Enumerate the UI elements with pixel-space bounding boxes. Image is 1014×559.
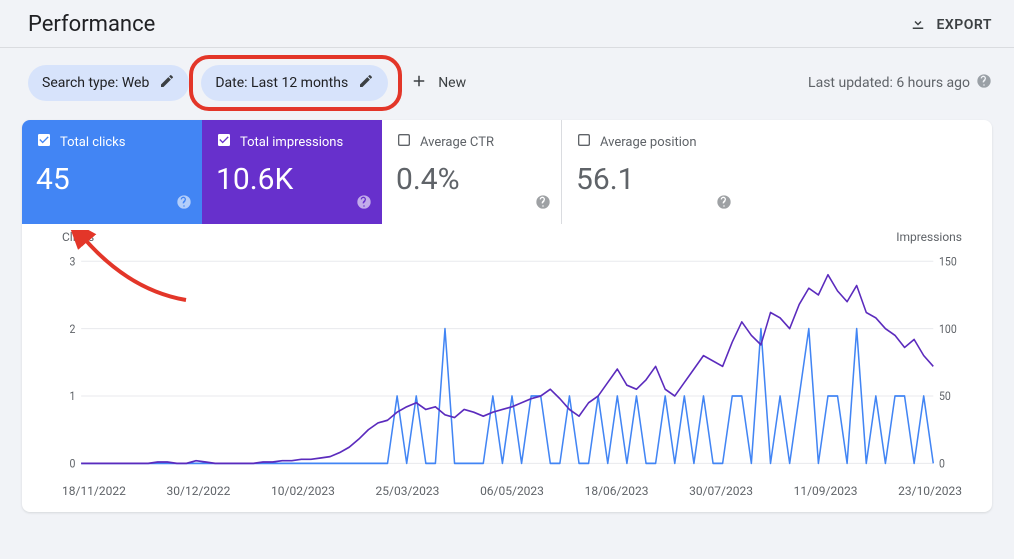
filter-date-label: Date: Last 12 months <box>215 75 348 91</box>
metric-total-clicks[interactable]: Total clicks 45 <box>22 120 202 224</box>
add-filter-label: New <box>438 75 466 91</box>
checkbox-checked-icon <box>216 132 232 152</box>
metric-total-impressions[interactable]: Total impressions 10.6K <box>202 120 382 224</box>
filter-search-type-label: Search type: Web <box>42 75 149 91</box>
metric-value: 56.1 <box>576 162 728 197</box>
filter-search-type[interactable]: Search type: Web <box>28 65 189 101</box>
help-icon[interactable] <box>976 73 992 93</box>
metric-label: Average CTR <box>420 135 494 150</box>
svg-text:50: 50 <box>939 390 951 404</box>
svg-text:0: 0 <box>939 457 945 471</box>
metric-label: Total clicks <box>60 135 125 150</box>
checkbox-unchecked-icon <box>396 132 412 152</box>
svg-text:1: 1 <box>69 390 75 404</box>
metric-value: 0.4% <box>396 162 547 197</box>
performance-card: Total clicks 45 Total impressions 10.6K <box>22 120 992 512</box>
help-icon[interactable] <box>716 194 732 214</box>
last-updated: Last updated: 6 hours ago <box>808 73 992 93</box>
svg-text:0: 0 <box>69 457 75 471</box>
metric-average-ctr[interactable]: Average CTR 0.4% <box>382 120 562 224</box>
plus-icon <box>410 72 428 94</box>
checkbox-checked-icon <box>36 132 52 152</box>
page-title: Performance <box>28 12 155 37</box>
metric-label: Total impressions <box>240 135 343 150</box>
checkbox-unchecked-icon <box>576 132 592 152</box>
x-axis-ticks: 18/11/202230/12/202210/02/202325/03/2023… <box>22 484 992 512</box>
pencil-icon <box>358 73 374 93</box>
svg-text:150: 150 <box>939 255 957 269</box>
metric-value: 10.6K <box>216 162 368 197</box>
last-updated-label: Last updated: 6 hours ago <box>808 75 970 91</box>
export-label: EXPORT <box>937 17 992 33</box>
help-icon[interactable] <box>176 194 192 214</box>
y-axis-right-label: Impressions <box>896 230 962 244</box>
pencil-icon <box>159 73 175 93</box>
metric-average-position[interactable]: Average position 56.1 <box>562 120 742 224</box>
help-icon[interactable] <box>356 194 372 214</box>
download-icon <box>909 14 927 36</box>
metric-label: Average position <box>600 135 697 150</box>
help-icon[interactable] <box>535 194 551 214</box>
add-filter-button[interactable]: New <box>406 64 470 102</box>
export-button[interactable]: EXPORT <box>909 14 992 36</box>
metric-value: 45 <box>36 162 188 197</box>
filter-date[interactable]: Date: Last 12 months <box>201 65 388 101</box>
chart: Clicks Impressions 0 1 2 3 0 50 100 150 <box>22 224 992 484</box>
chart-svg: 0 1 2 3 0 50 100 150 <box>62 240 962 474</box>
svg-text:2: 2 <box>69 322 75 336</box>
y-axis-left-label: Clicks <box>62 230 94 244</box>
svg-text:3: 3 <box>69 255 75 269</box>
svg-text:100: 100 <box>939 322 957 336</box>
